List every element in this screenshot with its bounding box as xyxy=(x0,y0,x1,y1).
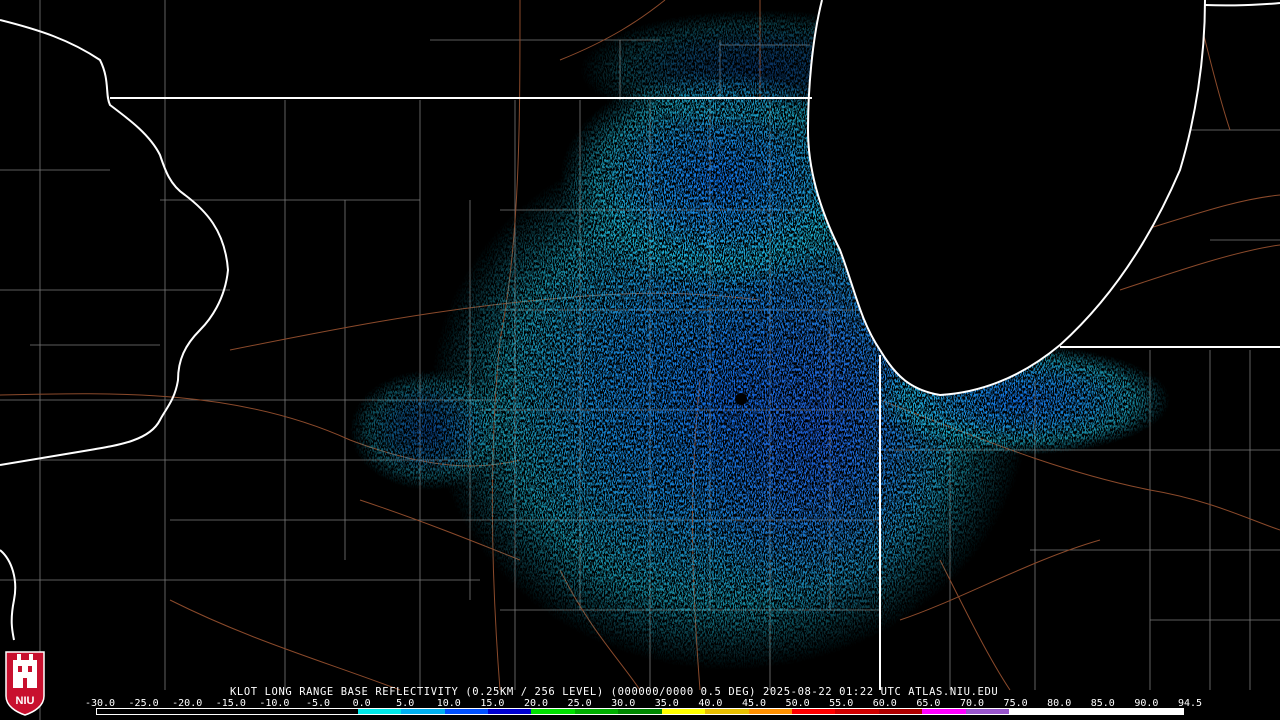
colorbar-segment xyxy=(1139,709,1183,714)
colorbar-segment xyxy=(705,709,749,714)
colorbar-segment xyxy=(792,709,836,714)
radar-map xyxy=(0,0,1280,720)
colorbar-segment xyxy=(444,709,488,714)
colorbar-segment xyxy=(183,709,228,714)
colorbar-segment xyxy=(965,709,1010,714)
colorbar-segment xyxy=(97,709,141,714)
product-title: KLOT LONG RANGE BASE REFLECTIVITY (0.25K… xyxy=(230,686,999,698)
colorbar-segment xyxy=(401,709,445,714)
colorbar-segment xyxy=(487,709,532,714)
colorbar-segment xyxy=(1052,709,1097,714)
colorbar-segment xyxy=(574,709,619,714)
colorbar-segment xyxy=(618,709,662,714)
scale-tick-labels: -30.0 -25.0 -20.0 -15.0 -10.0 -5.0 0.0 5.0 10.0 1… xyxy=(85,698,1202,709)
niu-logo: NIU xyxy=(4,646,46,716)
radar-site-marker xyxy=(735,393,747,405)
colorbar-segment xyxy=(878,709,923,714)
colorbar-segment xyxy=(140,709,184,714)
reflectivity-colorbar xyxy=(96,708,1184,715)
colorbar-segment xyxy=(1009,709,1053,714)
colorbar-segment xyxy=(357,709,402,714)
colorbar-segment xyxy=(314,709,358,714)
colorbar-segment xyxy=(270,709,315,714)
colorbar-segment xyxy=(531,709,575,714)
colorbar-segment xyxy=(227,709,271,714)
colorbar-segment xyxy=(661,709,706,714)
colorbar-segment xyxy=(748,709,792,714)
colorbar-segment xyxy=(835,709,879,714)
colorbar-segment xyxy=(922,709,966,714)
colorbar-segment xyxy=(1096,709,1140,714)
logo-text: NIU xyxy=(16,695,35,707)
